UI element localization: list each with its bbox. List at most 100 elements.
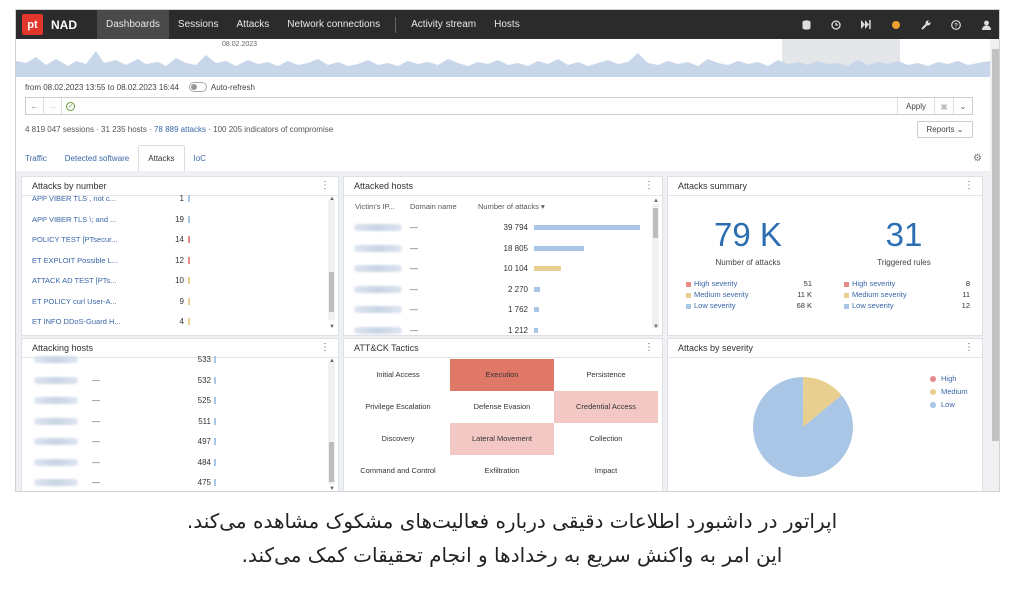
widget-title: ATT&CK Tactics (354, 343, 419, 353)
tactic-command-and-control[interactable]: Command and Control (346, 455, 450, 487)
severity-text: Medium severity (694, 290, 749, 299)
reports-dropdown[interactable]: Reports ⌄ (917, 121, 973, 138)
attack-bar (534, 327, 538, 333)
legend-item-low[interactable]: Low (930, 400, 955, 409)
tab-attacks[interactable]: Attacks (138, 145, 185, 171)
severity-label[interactable]: Medium severity (844, 290, 907, 299)
attacks-count-link[interactable]: 78 889 attacks (154, 125, 206, 134)
severity-label[interactable]: Medium severity (686, 290, 749, 299)
tab-detected-software[interactable]: Detected software (56, 145, 138, 171)
widget-title: Attacks by severity (678, 343, 754, 353)
tactic-defense-evasion[interactable]: Defense Evasion (450, 391, 554, 423)
nav-sessions[interactable]: Sessions (169, 10, 228, 39)
tactic-exfiltration[interactable]: Exfiltration (450, 455, 554, 487)
chevron-down-icon[interactable]: ⌄ (953, 98, 972, 114)
help-icon[interactable]: ? (941, 10, 971, 39)
page-scrollbar[interactable] (990, 39, 999, 491)
widget-title: Attacking hosts (32, 343, 94, 353)
severity-swatch (686, 281, 691, 287)
domain-name: — (92, 396, 100, 405)
col-victim-ip[interactable]: Victim's IP... (355, 202, 395, 211)
legend-item-medium[interactable]: Medium (930, 387, 968, 396)
scroll-up-arrow-icon[interactable]: ▲ (329, 196, 335, 202)
clock-icon[interactable] (821, 10, 851, 39)
attack-rule-link[interactable]: APP VIBER TLS , not c... (32, 194, 116, 203)
attack-count: 12 (175, 255, 184, 265)
nav-hosts[interactable]: Hosts (485, 10, 529, 39)
redacted-ip (354, 306, 402, 313)
attack-count: 532 (197, 375, 211, 385)
severity-pie-chart[interactable] (748, 372, 858, 482)
scroll-down-arrow-icon[interactable]: ▼ (653, 324, 659, 330)
legend-item-high[interactable]: High (930, 374, 956, 383)
attack-rule-link[interactable]: ET INFO DDoS-Guard H... (32, 317, 121, 326)
tactic-credential-access[interactable]: Credential Access (554, 391, 658, 423)
nav-dashboards[interactable]: Dashboards (97, 10, 169, 39)
forward-arrow-icon[interactable]: → (44, 98, 62, 114)
attack-rule-link[interactable]: ET EXPLOIT Possible L... (32, 256, 118, 265)
widget-menu-icon[interactable]: ⋮ (964, 180, 974, 191)
col-number-of-attacks[interactable]: Number of attacks ▾ (478, 202, 545, 211)
database-icon[interactable] (791, 10, 821, 39)
tactic-privilege-escalation[interactable]: Privilege Escalation (346, 391, 450, 423)
redacted-ip (34, 479, 78, 486)
widget-menu-icon[interactable]: ⋮ (964, 342, 974, 353)
attacking-hosts-widget: Attacking hosts ⋮ 533 — 532 — 525 — 511 — 497 — 484… (21, 338, 339, 491)
status-indicator-icon[interactable] (881, 10, 911, 39)
attacks-summary-widget: Attacks summary ⋮ 79 K Number of attacks … (667, 176, 983, 336)
nav-activity-stream[interactable]: Activity stream (402, 10, 485, 39)
attack-rule-link[interactable]: POLICY TEST [PTsecur... (32, 235, 117, 244)
severity-swatch (844, 292, 849, 298)
widget-menu-icon[interactable]: ⋮ (320, 180, 330, 191)
widget-title: Attacks summary (678, 181, 748, 191)
severity-label[interactable]: Low severity (686, 301, 736, 310)
tab-ioc[interactable]: IoC (185, 145, 215, 171)
time-range-label[interactable]: from 08.02.2023 13:55 to 08.02.2023 16:4… (25, 83, 179, 92)
tactic-collection[interactable]: Collection (554, 423, 658, 455)
scroll-down-arrow-icon[interactable]: ▼ (329, 486, 335, 491)
scrollbar[interactable] (328, 200, 335, 320)
apply-button[interactable]: Apply (896, 98, 934, 114)
auto-refresh-toggle[interactable] (188, 82, 207, 92)
severity-label[interactable]: High severity (686, 279, 737, 288)
tactic-execution[interactable]: Execution (450, 359, 554, 391)
redacted-ip (34, 356, 78, 363)
timeline-histogram[interactable]: 08.02.2023 (16, 39, 990, 77)
redacted-ip (34, 438, 78, 445)
tactic-initial-access[interactable]: Initial Access (346, 359, 450, 391)
scrollbar[interactable] (328, 362, 335, 484)
col-domain-name[interactable]: Domain name (410, 202, 457, 211)
nav-attacks[interactable]: Attacks (228, 10, 279, 39)
attack-count: 14 (175, 235, 184, 244)
pt-logo[interactable]: pt (22, 14, 43, 35)
tactic-label: Command and Control (360, 466, 436, 476)
tactic-impact[interactable]: Impact (554, 455, 658, 487)
tab-traffic[interactable]: Traffic (16, 145, 56, 171)
gear-icon[interactable]: ⚙ (973, 153, 982, 164)
scroll-down-arrow-icon[interactable]: ▼ (329, 324, 335, 330)
skip-forward-icon[interactable] (851, 10, 881, 39)
attack-rule-link[interactable]: ATTACK AD TEST [PTs... (32, 276, 116, 285)
tactic-discovery[interactable]: Discovery (346, 423, 450, 455)
scrollbar[interactable] (652, 204, 659, 328)
tactic-persistence[interactable]: Persistence (554, 359, 658, 391)
attack-rule-link[interactable]: ET POLICY curl User-A... (32, 297, 117, 306)
attack-rule-link[interactable]: APP VIBER TLS \; and ... (32, 215, 116, 224)
scroll-up-arrow-icon[interactable]: ▲ (329, 358, 335, 364)
scroll-up-arrow-icon[interactable]: ▲ (653, 198, 659, 204)
widget-menu-icon[interactable]: ⋮ (644, 180, 654, 191)
back-arrow-icon[interactable]: ← (26, 98, 44, 114)
user-icon[interactable] (971, 10, 999, 39)
wrench-icon[interactable] (911, 10, 941, 39)
widget-menu-icon[interactable]: ⋮ (644, 342, 654, 353)
svg-text:?: ? (954, 22, 958, 29)
save-query-icon[interactable]: ▣ (934, 98, 953, 114)
caption-line-2: این امر به واکنش سریع به رخدادها و انجام… (241, 543, 783, 567)
tactic-lateral-movement[interactable]: Lateral Movement (450, 423, 554, 455)
attack-bar (534, 266, 561, 271)
widget-menu-icon[interactable]: ⋮ (320, 342, 330, 353)
triggered-rules-value: 31 (885, 216, 923, 253)
nav-network-connections[interactable]: Network connections (278, 10, 389, 39)
severity-label[interactable]: High severity (844, 279, 895, 288)
severity-label[interactable]: Low severity (844, 301, 894, 310)
